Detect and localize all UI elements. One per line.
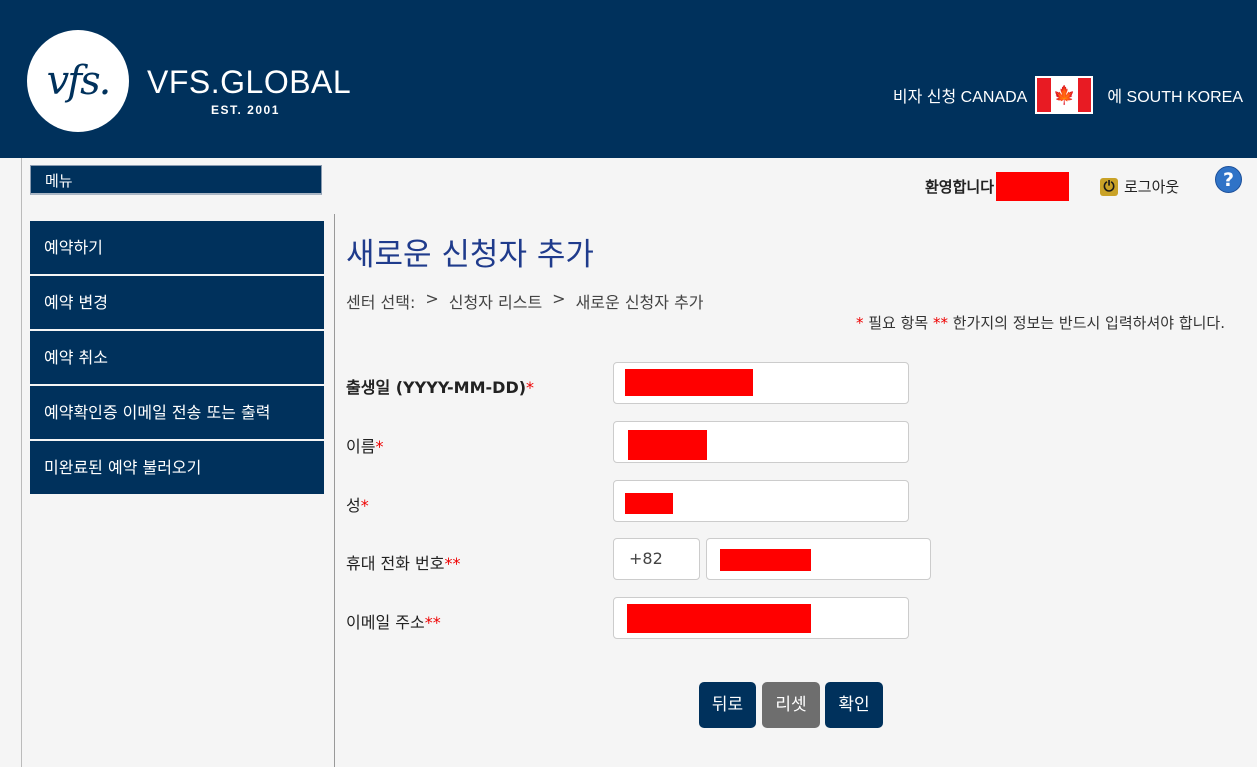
sidebar-item-resume-incomplete[interactable]: 미완료된 예약 불러오기: [30, 441, 324, 494]
welcome-text: 환영합니다: [925, 178, 995, 196]
content-divider: [334, 214, 335, 767]
maple-leaf-icon: 🍁: [1050, 78, 1078, 112]
last-name-input[interactable]: [613, 480, 909, 522]
breadcrumb-separator: >: [425, 289, 439, 308]
canada-flag-icon: 🍁: [1035, 76, 1094, 114]
visa-country-text: 비자 신청 CANADA: [892, 89, 1028, 106]
redacted-value: [627, 604, 811, 633]
menu-title: 메뉴: [30, 165, 322, 195]
page-header: vfs. VFS.GLOBAL EST. 2001 비자 신청 CANADA 🍁…: [0, 0, 1257, 158]
redacted-username: [996, 172, 1070, 201]
sidebar-menu: 예약하기 예약 변경 예약 취소 예약확인증 이메일 전송 또는 출력 미완료된…: [30, 221, 324, 496]
vfs-logo-wordmark: VFS.GLOBAL: [147, 64, 352, 100]
logout-label: 로그아웃: [1124, 178, 1180, 196]
breadcrumb-center-select[interactable]: 센터 선택:: [346, 289, 415, 313]
back-button[interactable]: 뒤로: [699, 682, 756, 728]
page-title: 새로운 신청자 추가: [346, 237, 594, 273]
phone-number-input[interactable]: [706, 538, 931, 580]
email-input[interactable]: [613, 597, 909, 639]
power-icon: ⏻: [1100, 177, 1118, 196]
either-required-star: **: [932, 314, 948, 332]
logout-link[interactable]: ⏻ 로그아웃: [1100, 176, 1179, 197]
confirm-button[interactable]: 확인: [825, 682, 883, 728]
help-icon[interactable]: ?: [1215, 166, 1242, 193]
dob-label: 출생일 (YYYY-MM-DD)*: [346, 378, 535, 397]
first-name-label: 이름*: [346, 437, 384, 456]
welcome-message: 환영합니다: [925, 172, 1070, 201]
last-name-label: 성*: [346, 496, 369, 515]
visa-origin-text: 에 SOUTH KOREA: [1107, 89, 1243, 106]
first-name-input[interactable]: [613, 421, 909, 463]
vfs-logo[interactable]: vfs. VFS.GLOBAL EST. 2001: [19, 22, 352, 142]
redacted-value: [628, 430, 707, 460]
phone-label: 휴대 전화 번호**: [346, 554, 461, 573]
redacted-value: [625, 493, 673, 514]
sidebar-item-cancel-appointment[interactable]: 예약 취소: [30, 331, 324, 384]
breadcrumb: 센터 선택: > 신청자 리스트 > 새로운 신청자 추가: [346, 289, 704, 313]
sidebar-item-email-print-confirmation[interactable]: 예약확인증 이메일 전송 또는 출력: [30, 386, 324, 439]
breadcrumb-applicant-list[interactable]: 신청자 리스트: [449, 289, 542, 313]
breadcrumb-current: 새로운 신청자 추가: [575, 293, 704, 312]
sidebar-item-change-appointment[interactable]: 예약 변경: [30, 276, 324, 329]
country-code-input[interactable]: +82: [613, 538, 700, 580]
left-divider: [21, 158, 22, 767]
visa-application-line: 비자 신청 CANADA 🍁 에 SOUTH KOREA: [893, 74, 1243, 116]
sidebar-item-book-appointment[interactable]: 예약하기: [30, 221, 324, 274]
email-label: 이메일 주소**: [346, 613, 441, 632]
dob-input[interactable]: [613, 362, 909, 404]
reset-button[interactable]: 리셋: [762, 682, 820, 728]
required-fields-note: * 필요 항목 ** 한가지의 정보는 반드시 입력하셔야 합니다.: [855, 314, 1225, 332]
redacted-value: [625, 369, 753, 396]
vfs-logo-mark: vfs.: [27, 30, 129, 132]
redacted-value: [720, 549, 811, 571]
vfs-logo-est: EST. 2001: [211, 103, 280, 117]
breadcrumb-separator: >: [552, 289, 566, 308]
